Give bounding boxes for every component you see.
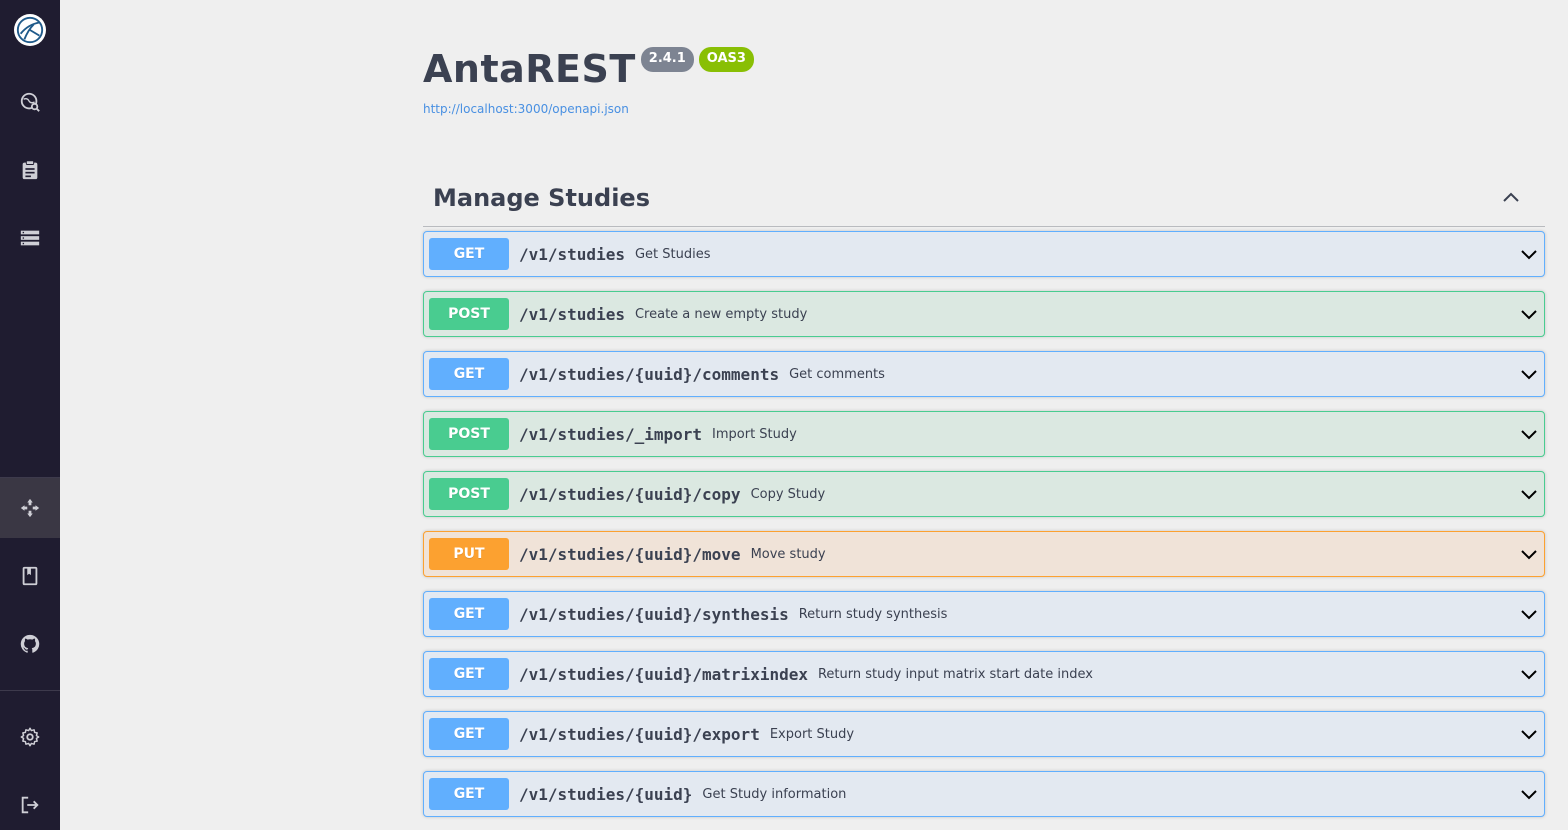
operation-row[interactable]: PUT/v1/studies/{uuid}/move Move study	[423, 531, 1545, 577]
method-badge: GET	[429, 658, 509, 690]
operation-summary: Get comments	[789, 366, 885, 382]
chevron-down-icon[interactable]	[1519, 484, 1539, 504]
tasks-clipboard-icon[interactable]	[0, 140, 60, 200]
operation-row[interactable]: POST/v1/studies/{uuid}/copy Copy Study	[423, 471, 1545, 517]
sidebar	[0, 0, 60, 830]
logout-icon[interactable]	[0, 775, 60, 830]
operation-path: /v1/studies/{uuid}/export	[519, 724, 760, 744]
operation-row[interactable]: GET/v1/studies/{uuid}/comments Get commen…	[423, 351, 1545, 397]
operation-path: /v1/studies/{uuid}/comments	[519, 364, 780, 384]
operation-summary: Create a new empty study	[634, 306, 808, 322]
operation-row[interactable]: POST/v1/studies/_import Import Study	[423, 411, 1545, 457]
chevron-down-icon[interactable]	[1519, 604, 1539, 624]
settings-gear-icon[interactable]	[0, 707, 60, 767]
section-title: Manage Studies	[433, 184, 650, 212]
method-badge: GET	[429, 778, 509, 810]
operation-summary: Copy Study	[750, 486, 826, 502]
version-badge: 2.4.1	[640, 47, 694, 72]
operation-path: /v1/studies	[519, 304, 625, 324]
chevron-down-icon[interactable]	[1519, 244, 1539, 264]
operation-path: /v1/studies/_import	[519, 424, 703, 444]
github-icon[interactable]	[0, 614, 60, 674]
chevron-down-icon[interactable]	[1519, 364, 1539, 384]
operation-path: /v1/studies/{uuid}/matrixindex	[519, 664, 808, 684]
operation-path: /v1/studies/{uuid}/synthesis	[519, 604, 789, 624]
operation-summary: Return study synthesis	[798, 606, 948, 622]
operation-summary: Import Study	[712, 426, 797, 442]
method-badge: GET	[429, 718, 509, 750]
data-list-icon[interactable]	[0, 208, 60, 268]
chevron-down-icon[interactable]	[1519, 304, 1539, 324]
method-badge: GET	[429, 358, 509, 390]
chevron-down-icon[interactable]	[1519, 424, 1539, 444]
chevron-down-icon[interactable]	[1519, 544, 1539, 564]
chevron-down-icon[interactable]	[1519, 784, 1539, 804]
method-badge: GET	[429, 238, 509, 270]
operation-summary: Get Study information	[702, 786, 847, 802]
method-badge: PUT	[429, 538, 509, 570]
sidebar-divider	[0, 690, 60, 691]
chevron-up-icon[interactable]	[1501, 188, 1521, 208]
section-manage-studies[interactable]: Manage Studies	[423, 170, 1545, 227]
operation-row[interactable]: GET/v1/studies Get Studies	[423, 231, 1545, 277]
operation-row[interactable]: GET/v1/studies/{uuid}/synthesis Return st…	[423, 591, 1545, 637]
method-badge: POST	[429, 418, 509, 450]
chevron-down-icon[interactable]	[1519, 664, 1539, 684]
operation-row[interactable]: POST/v1/studies Create a new empty study	[423, 291, 1545, 337]
api-info: AntaREST 2.4.1 OAS3	[423, 44, 754, 94]
method-badge: POST	[429, 298, 509, 330]
operation-path: /v1/studies/{uuid}	[519, 784, 693, 804]
operation-row[interactable]: GET/v1/studies/{uuid}/export Export Study	[423, 711, 1545, 757]
operation-path: /v1/studies/{uuid}/move	[519, 544, 741, 564]
method-badge: POST	[429, 478, 509, 510]
antares-logo-icon[interactable]	[14, 14, 46, 46]
operation-summary: Move study	[750, 546, 826, 562]
chevron-down-icon[interactable]	[1519, 724, 1539, 744]
operation-row[interactable]: GET/v1/studies/{uuid} Get Study informati…	[423, 771, 1545, 817]
api-arrows-icon[interactable]	[0, 478, 60, 538]
study-search-icon[interactable]	[0, 72, 60, 132]
operations-list: GET/v1/studies Get Studies POST/v1/studies…	[423, 231, 1545, 830]
operation-path: /v1/studies/{uuid}/copy	[519, 484, 741, 504]
method-badge: GET	[429, 598, 509, 630]
openapi-spec-link[interactable]: http://localhost:3000/openapi.json	[423, 102, 629, 116]
documentation-book-icon[interactable]	[0, 546, 60, 606]
operation-row[interactable]: GET/v1/studies/{uuid}/matrixindex Return …	[423, 651, 1545, 697]
operation-path: /v1/studies	[519, 244, 625, 264]
operation-summary: Export Study	[769, 726, 855, 742]
operation-summary: Get Studies	[634, 246, 711, 262]
oas-badge: OAS3	[698, 47, 754, 72]
operation-summary: Return study input matrix start date ind…	[817, 666, 1093, 682]
api-title: AntaREST	[423, 47, 636, 91]
